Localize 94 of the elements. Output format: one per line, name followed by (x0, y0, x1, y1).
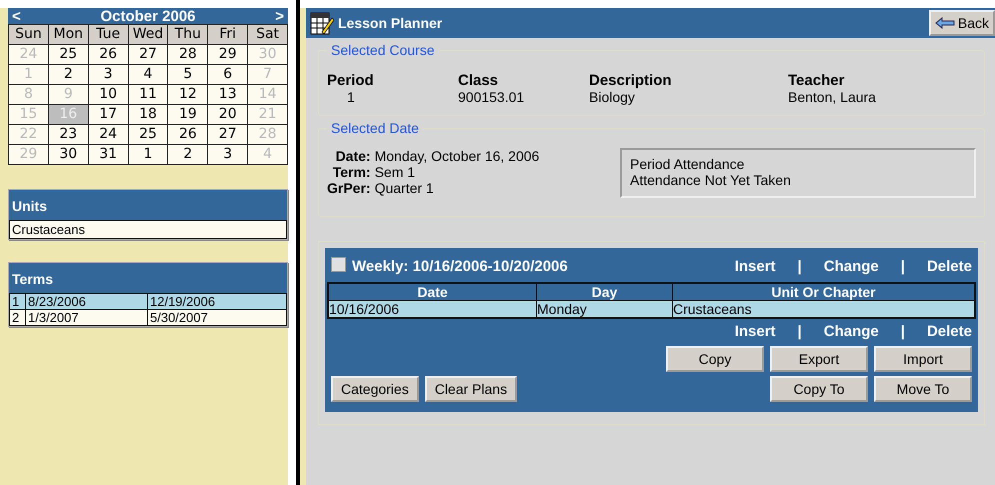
weekday-header: Fri (208, 25, 248, 45)
table-row[interactable]: 10/16/2006 Monday Crustaceans (329, 301, 974, 317)
calendar-day[interactable]: 30 (48, 145, 89, 165)
separator-text: | (900, 258, 905, 274)
field-value: Quarter 1 (374, 180, 435, 196)
calendar-day[interactable]: 26 (168, 125, 208, 145)
calendar-day[interactable]: 24 (88, 125, 129, 145)
attendance-text: Period Attendance (630, 156, 746, 172)
back-button[interactable]: Back (928, 10, 995, 36)
field-label: Term: (332, 164, 371, 180)
action-link[interactable]: Insert (734, 258, 776, 274)
action-button[interactable]: Copy To (770, 376, 868, 402)
action-link[interactable]: Change (824, 258, 879, 274)
page-title: Lesson Planner (338, 15, 442, 31)
action-button[interactable]: Move To (874, 376, 972, 402)
table-cell-text: Crustaceans (673, 301, 753, 317)
left-arrow-icon (934, 17, 955, 29)
table-cell: 1 (10, 294, 26, 309)
term-row[interactable]: 1 8/23/2006 12/19/2006 (9, 293, 287, 310)
table-cell: 8/23/2006 (26, 294, 148, 309)
group-legend: Selected Course (327, 42, 439, 58)
column-label: Teacher (788, 72, 846, 89)
panel-title: Terms (11, 270, 54, 289)
calendar-day[interactable]: 6 (208, 65, 248, 85)
calendar-day[interactable]: 13 (208, 85, 248, 105)
term-row[interactable]: 2 1/3/2007 5/30/2007 (9, 310, 287, 326)
weekday-header: Mon (48, 25, 89, 45)
column-value: 900153.01 (458, 89, 526, 105)
calendar-day[interactable]: 23 (48, 125, 89, 145)
weekday-header: Sun (9, 25, 49, 45)
field-label: Date: (334, 148, 371, 164)
action-link[interactable]: Insert (734, 323, 776, 340)
action-button[interactable]: Clear Plans (424, 376, 518, 402)
table-cell: Monday (537, 301, 673, 317)
weekly-title: Weekly: 10/16/2006-10/20/2006 (331, 257, 568, 275)
calendar-day[interactable]: 1 (128, 145, 168, 165)
calendar-day[interactable]: 25 (48, 45, 89, 65)
calendar-day[interactable]: 27 (128, 45, 168, 65)
calendar-day[interactable]: 4 (128, 65, 168, 85)
separator-text: | (900, 323, 905, 340)
next-month-button[interactable]: > (275, 8, 284, 24)
column-value: Biology (589, 89, 636, 105)
table-cell-text: 5/30/2007 (149, 310, 209, 325)
column-value: Benton, Laura (788, 89, 877, 105)
calendar-day[interactable]: 3 (88, 65, 129, 85)
column-label: Class (458, 72, 500, 89)
table-cell: 1/3/2007 (26, 310, 148, 325)
calendar-day[interactable]: 3 (208, 145, 248, 165)
action-button[interactable]: Export (770, 346, 868, 372)
panel-title: Units (11, 197, 48, 216)
previous-month-button[interactable]: < (12, 8, 21, 24)
calendar-day[interactable]: 12 (168, 85, 208, 105)
calendar-day[interactable]: 25 (128, 125, 168, 145)
calendar-day[interactable]: 26 (88, 45, 129, 65)
calendar-day[interactable]: 17 (88, 105, 129, 125)
calendar-day[interactable]: 27 (208, 125, 248, 145)
action-button[interactable]: Categories (331, 376, 419, 402)
table-cell-text: 12/19/2006 (149, 294, 216, 309)
weekday-header: Sat (248, 25, 288, 45)
calendar-day[interactable]: 28 (168, 45, 208, 65)
action-button[interactable]: Import (874, 346, 972, 372)
weekday-header: Wed (128, 25, 168, 45)
calendar-day[interactable]: 31 (88, 145, 129, 165)
group-legend: Selected Date (327, 120, 423, 136)
calendar-day[interactable]: 2 (48, 65, 89, 85)
calendar-day[interactable]: 2 (168, 145, 208, 165)
month-title: October 2006 (100, 8, 196, 24)
attendance-text: Attendance Not Yet Taken (630, 172, 792, 188)
calendar-day[interactable]: 5 (168, 65, 208, 85)
column-value: 1 (346, 89, 356, 105)
calendar-day[interactable]: 19 (168, 105, 208, 125)
action-link[interactable]: Delete (926, 258, 972, 274)
field-value: Monday, October 16, 2006 (374, 148, 540, 164)
weekly-checkbox[interactable] (331, 257, 346, 272)
column-label: Description (589, 72, 673, 89)
column-label: Period (327, 72, 375, 89)
calendar-day[interactable]: 11 (128, 85, 168, 105)
planner-icon (310, 10, 334, 36)
table-cell: 2 (10, 310, 26, 325)
separator-text: | (798, 258, 802, 274)
calendar-day[interactable]: 10 (88, 85, 129, 105)
action-button[interactable]: Copy (666, 346, 764, 372)
calendar-day[interactable]: 20 (208, 105, 248, 125)
weekday-header: Thu (168, 25, 208, 45)
field-value: Sem 1 (374, 164, 416, 180)
action-link[interactable]: Delete (926, 323, 972, 340)
action-link[interactable]: Change (824, 323, 879, 340)
table-cell: 10/16/2006 (329, 301, 537, 317)
separator-text: | (798, 323, 802, 340)
field-label: GrPer: (327, 180, 371, 196)
weekday-header: Tue (88, 25, 129, 45)
calendar-day[interactable]: 29 (208, 45, 248, 65)
calendar-day[interactable]: 18 (128, 105, 168, 125)
unit-item[interactable]: Crustaceans (9, 220, 287, 239)
